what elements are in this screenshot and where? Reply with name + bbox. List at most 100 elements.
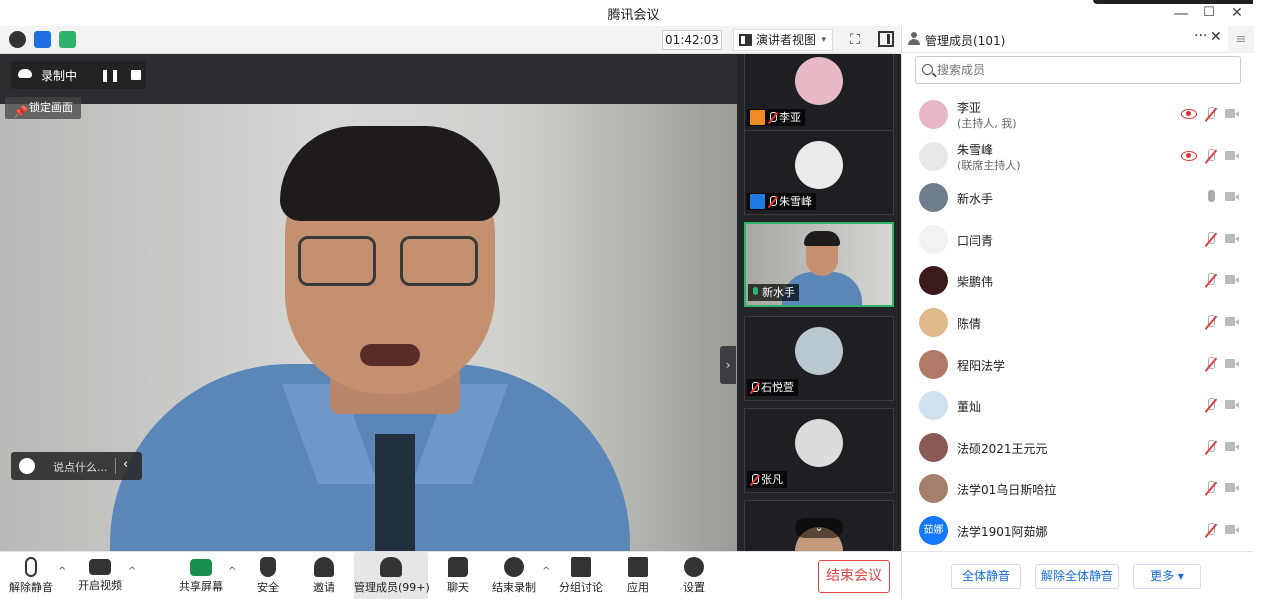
speaker-video: [0, 104, 737, 551]
thumbnail-2-active-speaker[interactable]: 新水手: [744, 222, 894, 307]
security-label: 安全: [257, 581, 279, 594]
emoji-icon[interactable]: [19, 458, 35, 474]
camera-off-icon[interactable]: [1225, 233, 1239, 244]
sidebar-toggle-icon[interactable]: [878, 31, 894, 47]
maximize-button[interactable]: ☐: [1198, 2, 1220, 24]
video-options-caret[interactable]: ^: [128, 566, 136, 577]
mic-muted-icon[interactable]: [1205, 439, 1217, 456]
view-mode-dropdown[interactable]: 演讲者视图 ▾: [733, 29, 833, 51]
member-row[interactable]: 法硕2021王元元: [902, 427, 1254, 468]
avatar: [919, 141, 948, 171]
mic-muted-icon[interactable]: [1205, 148, 1217, 165]
apps-grid-icon: [628, 557, 648, 577]
member-search[interactable]: [915, 56, 1241, 84]
thumbnail-name: 李亚: [779, 111, 801, 124]
breakout-rooms-button[interactable]: 分组讨论: [558, 552, 604, 599]
chat-placeholder[interactable]: 说点什么...: [53, 459, 108, 475]
glasses-right-lens: [400, 236, 478, 286]
mic-muted-icon[interactable]: [1205, 356, 1217, 373]
invite-button[interactable]: 邀请: [306, 552, 342, 599]
info-icon[interactable]: [9, 31, 26, 48]
members-icon: [908, 32, 920, 45]
mic-on-icon[interactable]: [1205, 190, 1217, 206]
breakout-rooms-icon: [571, 557, 591, 577]
end-meeting-button[interactable]: 结束会议: [818, 560, 890, 593]
collapse-chat-icon[interactable]: ‹: [123, 457, 128, 472]
fullscreen-icon[interactable]: ⛶: [846, 31, 864, 49]
mute-all-button[interactable]: 全体静音: [951, 564, 1021, 589]
chevron-down-icon: ▾: [821, 35, 826, 45]
share-screen-button[interactable]: 共享屏幕: [178, 552, 224, 599]
security-button[interactable]: 安全: [250, 552, 286, 599]
unmute-button[interactable]: 解除静音: [8, 552, 54, 599]
member-row[interactable]: 程阳法学: [902, 344, 1254, 385]
minimize-button[interactable]: —: [1170, 2, 1192, 24]
member-row[interactable]: 法学01乌日斯哈拉: [902, 468, 1254, 509]
member-row[interactable]: 陈倩: [902, 302, 1254, 343]
thumbnail-scroll-down-button[interactable]: ⌄: [795, 518, 843, 538]
camera-off-icon[interactable]: [1225, 358, 1239, 369]
settings-button[interactable]: 设置: [676, 552, 712, 599]
stop-recording-toolbar-button[interactable]: 结束录制: [490, 552, 538, 599]
glasses-left-lens: [298, 236, 376, 286]
thumbnail-0[interactable]: 李亚: [744, 54, 894, 131]
mic-muted-icon[interactable]: [1205, 107, 1217, 123]
member-row[interactable]: 口闫青: [902, 219, 1254, 260]
close-window-button[interactable]: ✕: [1226, 2, 1248, 24]
chat-button[interactable]: 聊天: [440, 552, 476, 599]
camera-off-icon[interactable]: [1225, 192, 1239, 202]
mic-muted-icon[interactable]: [1205, 231, 1217, 248]
camera-off-icon[interactable]: [1225, 109, 1239, 119]
unmute-all-button[interactable]: 解除全体静音: [1035, 564, 1119, 589]
camera-off-icon[interactable]: [1225, 400, 1239, 410]
thumbnail-4[interactable]: 张凡: [744, 408, 894, 493]
camera-off-icon[interactable]: [1225, 525, 1239, 535]
camera-off-icon[interactable]: [1225, 441, 1239, 452]
lock-screen-button[interactable]: 📌 锁定画面: [5, 97, 81, 119]
start-video-button[interactable]: 开启视频: [76, 552, 124, 599]
thumbnail-hair: [804, 231, 840, 246]
camera-off-icon[interactable]: [1225, 483, 1239, 493]
mic-muted-icon[interactable]: [1205, 481, 1217, 497]
member-role: (联席主持人): [957, 158, 1021, 172]
recording-options-caret[interactable]: ^: [542, 566, 550, 577]
member-row[interactable]: 柴鹏伟: [902, 260, 1254, 301]
manage-members-button[interactable]: 管理成员(99+): [354, 552, 430, 599]
shield-icon[interactable]: [34, 31, 51, 48]
mic-muted-icon[interactable]: [1205, 523, 1217, 539]
camera-off-icon[interactable]: [1225, 150, 1239, 161]
thumbnail-3[interactable]: 石悦萱: [744, 316, 894, 401]
close-icon[interactable]: ✕: [1210, 29, 1222, 45]
member-row[interactable]: 新水手: [902, 177, 1254, 218]
main-video-stage: 录制中 ❚❚ 📌 锁定画面 说点什么... ‹ ›: [0, 54, 737, 551]
members-icon: [380, 557, 402, 577]
member-row[interactable]: 茹娜 法学1901阿茹娜: [902, 510, 1254, 551]
member-row[interactable]: 李亚 (主持人, 我): [902, 94, 1254, 135]
mic-muted-icon[interactable]: [1205, 315, 1217, 331]
members-panel-title: 管理成员(101): [925, 34, 1006, 48]
mic-muted-icon[interactable]: [1205, 398, 1217, 414]
manage-members-label: 管理成员(99+): [354, 581, 430, 594]
share-options-caret[interactable]: ^: [228, 566, 236, 577]
pause-recording-button[interactable]: ❚❚: [97, 67, 123, 83]
signal-icon[interactable]: [59, 31, 76, 48]
member-name: 李亚: [957, 101, 982, 115]
camera-off-icon: [89, 559, 111, 575]
thumbnail-collapse-handle[interactable]: ›: [720, 346, 736, 384]
apps-button[interactable]: 应用: [620, 552, 656, 599]
quick-chat-bar[interactable]: 说点什么... ‹: [11, 452, 142, 480]
search-input[interactable]: [937, 61, 1227, 79]
mic-muted-icon[interactable]: [1205, 273, 1217, 289]
chat-icon: [448, 557, 468, 577]
audio-options-caret[interactable]: ^: [58, 566, 66, 577]
member-row[interactable]: 朱雪峰 (联席主持人): [902, 136, 1254, 177]
more-options-icon[interactable]: ···: [1194, 28, 1207, 44]
more-actions-button[interactable]: 更多 ▾: [1133, 564, 1201, 589]
unmute-label: 解除静音: [9, 581, 53, 594]
menu-icon[interactable]: ≡: [1228, 26, 1254, 53]
camera-off-icon[interactable]: [1225, 317, 1239, 327]
thumbnail-1[interactable]: 朱雪峰: [744, 130, 894, 215]
camera-off-icon[interactable]: [1225, 275, 1239, 285]
stop-recording-button[interactable]: [131, 70, 141, 80]
member-row[interactable]: 董灿: [902, 385, 1254, 426]
